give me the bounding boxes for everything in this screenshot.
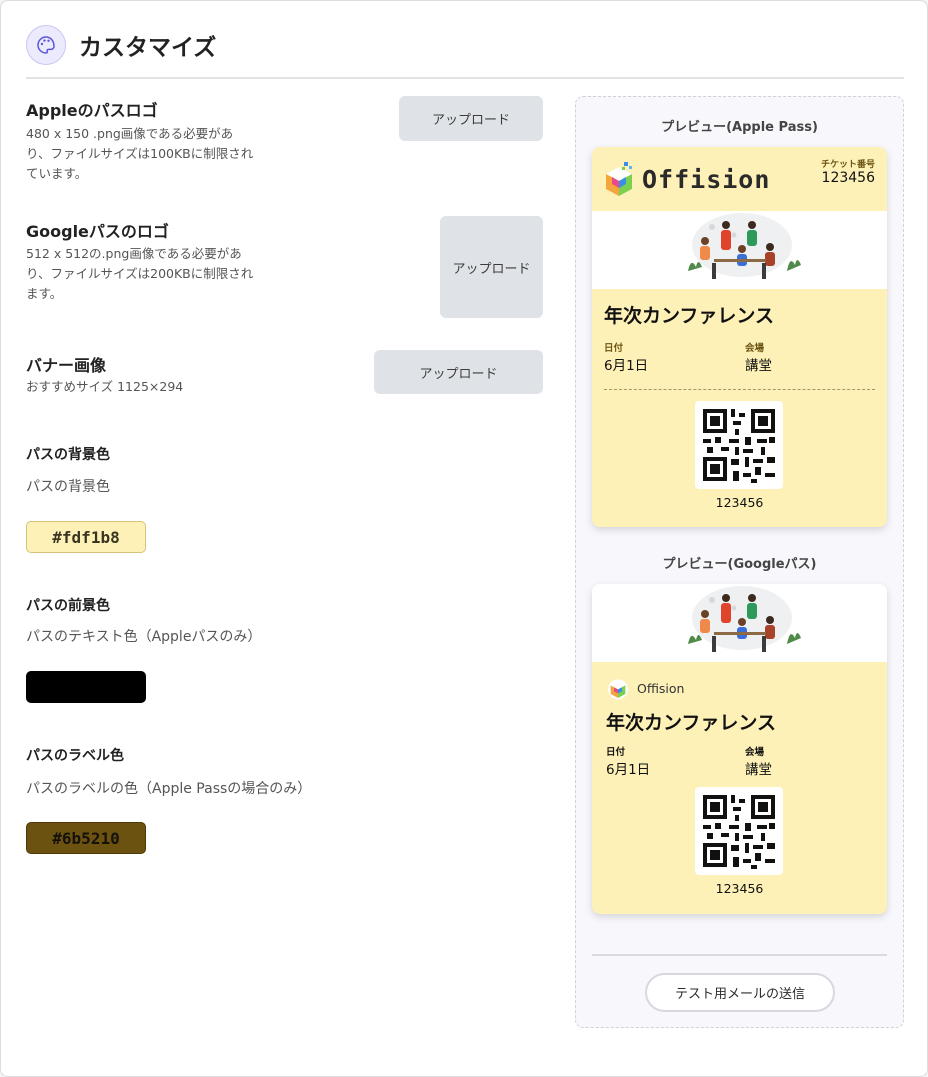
google-preview-caption: プレビュー(Googleパス) <box>662 557 817 572</box>
apple-preview-caption: プレビュー(Apple Pass) <box>661 120 818 135</box>
ticket-number-value: 123456 <box>821 170 875 186</box>
date-value: 6月1日 <box>604 358 649 374</box>
bg-color-swatch[interactable]: #fdf1b8 <box>26 521 146 553</box>
venue-value: 講堂 <box>745 762 772 778</box>
banner-title: バナー画像 <box>26 356 107 375</box>
header-divider <box>26 77 904 79</box>
venue-label: 会場 <box>745 747 765 758</box>
fg-color-desc: パスのテキスト色（Appleパスのみ） <box>26 629 262 645</box>
offision-logo-icon <box>606 162 632 196</box>
fg-color-swatch[interactable] <box>26 671 146 703</box>
offision-logo-text: Offision <box>637 680 685 696</box>
people-illustration <box>688 213 801 279</box>
preview-divider <box>592 954 887 956</box>
label-color-desc: パスのラベルの色（Apple Passの場合のみ） <box>26 781 312 797</box>
date-label: 日付 <box>606 747 626 758</box>
date-label: 日付 <box>604 343 624 354</box>
google-pass-preview: Offision 年次カンファレンス 日付 6月1日 会場 講堂 123456 <box>592 584 887 914</box>
banner-illustration <box>592 584 887 662</box>
desc-line: り、ファイルサイズは100KBに制限され <box>26 146 254 161</box>
venue-label: 会場 <box>745 343 765 354</box>
apple-logo-desc: 480 x 150 .png画像である必要があ り、ファイルサイズは100KBに… <box>26 124 253 184</box>
label-color-swatch[interactable]: #6b5210 <box>26 822 146 854</box>
ticket-number-block: チケット番号 123456 <box>821 157 875 186</box>
qr-number: 123456 <box>715 495 764 510</box>
desc-line: ます。 <box>26 286 63 301</box>
apple-logo-title: Appleのパスロゴ <box>26 101 158 120</box>
customize-card: カスタマイズ Appleのパスロゴ 480 x 150 .png画像である必要が… <box>0 0 928 1077</box>
offision-logo-icon <box>608 679 628 700</box>
page-title: カスタマイズ <box>79 35 217 61</box>
event-title: 年次カンファレンス <box>606 712 777 734</box>
pass-divider <box>604 389 875 390</box>
banner-upload-button[interactable]: アップロード <box>374 350 543 394</box>
bg-color-desc: パスの背景色 <box>26 479 110 495</box>
google-logo-upload-button[interactable]: アップロード <box>440 216 543 318</box>
desc-line: 512 x 512の.png画像である必要があ <box>26 246 242 261</box>
venue-value: 講堂 <box>745 358 772 374</box>
qr-code-icon <box>703 795 775 869</box>
send-test-email-button[interactable]: テスト用メールの送信 <box>645 973 835 1012</box>
google-logo-desc: 512 x 512の.png画像である必要があ り、ファイルサイズは200KBに… <box>26 244 253 304</box>
apple-pass-preview: Offision チケット番号 123456 年次カンファレンス 日付 6月1日… <box>592 147 887 527</box>
palette-icon <box>26 25 66 65</box>
fg-color-title: パスの前景色 <box>26 598 110 614</box>
bg-color-title: パスの背景色 <box>26 447 110 463</box>
event-title: 年次カンファレンス <box>604 305 775 327</box>
apple-logo-upload-button[interactable]: アップロード <box>399 96 543 141</box>
people-illustration <box>688 586 801 652</box>
qr-number: 123456 <box>715 881 764 896</box>
desc-line: ています。 <box>26 166 88 181</box>
offision-logo: Offision <box>604 161 770 197</box>
preview-panel: プレビュー(Apple Pass) Offision チケット番号 123456… <box>575 96 904 1028</box>
desc-line: り、ファイルサイズは200KBに制限され <box>26 266 254 281</box>
label-color-title: パスのラベル色 <box>26 748 124 764</box>
banner-illustration <box>592 211 887 289</box>
qr-code <box>695 401 783 489</box>
date-value: 6月1日 <box>606 762 651 778</box>
offision-logo-small: Offision <box>606 676 684 700</box>
ticket-number-label: チケット番号 <box>820 160 875 170</box>
qr-code <box>695 787 783 875</box>
qr-code-icon <box>703 409 775 483</box>
header: カスタマイズ <box>26 25 216 65</box>
desc-line: 480 x 150 .png画像である必要があ <box>26 126 234 141</box>
banner-desc: おすすめサイズ 1125×294 <box>26 379 184 394</box>
offision-logo-text: Offision <box>642 164 771 194</box>
google-logo-title: Googleパスのロゴ <box>26 222 169 241</box>
